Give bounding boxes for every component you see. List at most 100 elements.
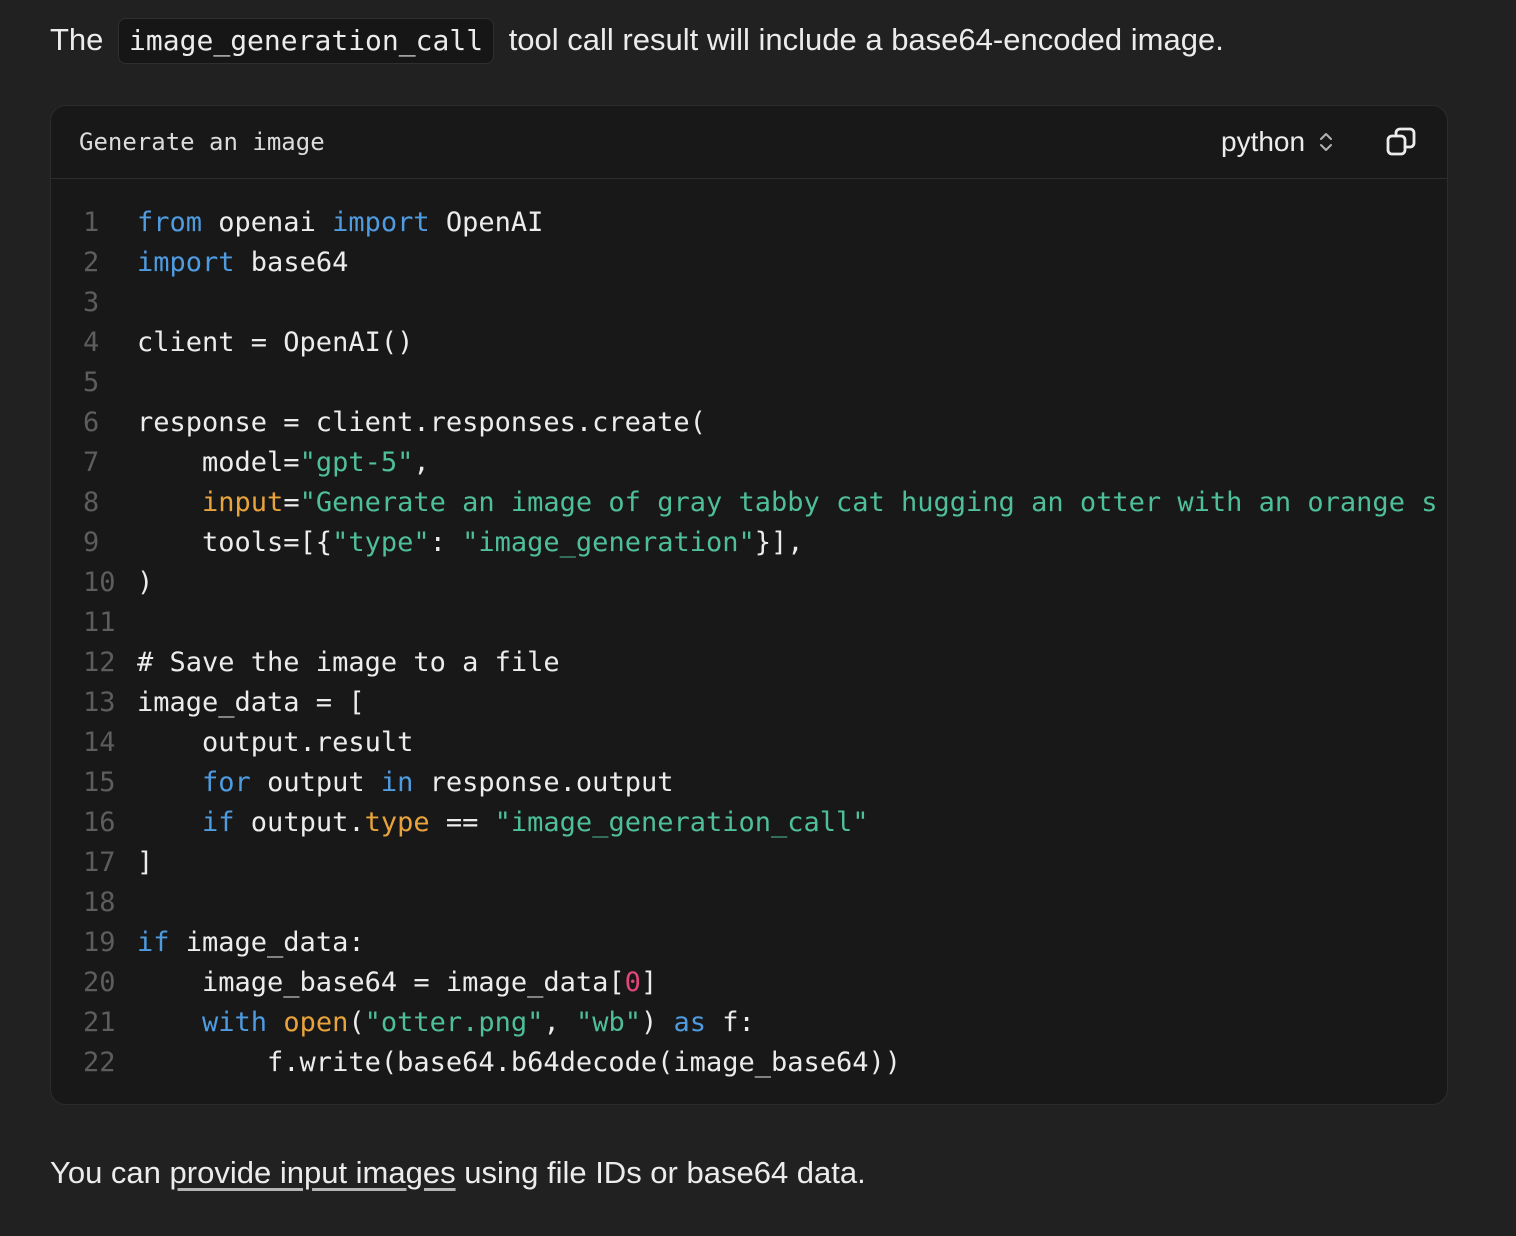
code-token: "otter.png" (364, 1007, 544, 1038)
intro-paragraph: The image_generation_call tool call resu… (50, 16, 1224, 64)
line-number: 8 (83, 487, 100, 518)
code-token: ) (640, 1007, 674, 1038)
line-number: 20 (83, 967, 116, 998)
code-token: as (673, 1007, 707, 1038)
line-content: input="Generate an image of gray tabby c… (137, 483, 1437, 523)
code-token: "gpt-5" (299, 447, 414, 478)
code-token: tools=[{ (137, 527, 333, 558)
chevron-up-down-icon (1320, 133, 1333, 151)
code-line: 13 image_data = [ (51, 683, 1447, 723)
code-token: "image_generation" (462, 527, 755, 558)
line-number: 10 (83, 567, 116, 598)
code-token: OpenAI (429, 207, 544, 238)
code-line: 6 response = client.responses.create( (51, 403, 1447, 443)
line-content: # Save the image to a file (137, 643, 560, 683)
code-token: import (332, 207, 430, 238)
outro-paragraph: You can provide input images using file … (50, 1150, 866, 1196)
line-number: 3 (83, 287, 100, 318)
language-label: python (1221, 126, 1306, 157)
code-line: 1 from openai import OpenAI (51, 203, 1447, 243)
code-line: 9 tools=[{"type": "image_generation"}], (51, 523, 1447, 563)
line-number: 19 (83, 927, 116, 958)
line-number: 5 (83, 367, 100, 398)
code-token: if (137, 927, 170, 958)
code-token: from (137, 207, 203, 238)
code-token: # Save the image to a file (137, 647, 560, 678)
code-token: image_data = [ (137, 687, 365, 718)
line-number: 12 (83, 647, 116, 678)
line-content: image_data = [ (137, 683, 365, 723)
line-content: ] (137, 843, 153, 883)
code-token: import (137, 247, 235, 278)
provide-input-images-link[interactable]: provide input images (170, 1155, 456, 1190)
code-token: with (202, 1007, 268, 1038)
line-number: 21 (83, 1007, 116, 1038)
line-content: with open("otter.png", "wb") as f: (137, 1003, 755, 1043)
code-token: for (202, 767, 251, 798)
code-token: "Generate an image of gray tabby cat hug… (299, 487, 1438, 518)
line-number: 11 (83, 607, 116, 638)
code-token: }], (754, 527, 804, 558)
line-number: 13 (83, 687, 116, 718)
line-content: tools=[{"type": "image_generation"}], (137, 523, 804, 563)
code-token: f.write(base64.b64decode(image_base64)) (137, 1047, 902, 1078)
code-token: "type" (332, 527, 430, 558)
code-token: ] (137, 847, 154, 878)
code-token: "wb" (575, 1007, 641, 1038)
line-number: 16 (83, 807, 116, 838)
code-token: response.output (413, 767, 674, 798)
code-token: output (250, 767, 381, 798)
code-token: if (202, 807, 235, 838)
line-number: 15 (83, 767, 116, 798)
line-content: ) (137, 563, 153, 603)
code-token: ( (348, 1007, 365, 1038)
code-token: open (283, 1007, 349, 1038)
code-token: model= (137, 447, 300, 478)
intro-text-before: The (50, 22, 104, 57)
code-block: Generate an image python 1 from openai im… (50, 105, 1448, 1105)
intro-text-after: tool call result will include a base64-e… (508, 22, 1224, 57)
outro-text-after: using file IDs or base64 data. (464, 1155, 866, 1190)
copy-icon (1386, 127, 1416, 156)
line-number: 7 (83, 447, 100, 478)
line-content: if output.type == "image_generation_call… (137, 803, 869, 843)
code-token: openai (202, 207, 333, 238)
code-line: 11 (51, 603, 1447, 643)
code-token: = (283, 487, 300, 518)
line-number: 22 (83, 1047, 116, 1078)
line-number: 9 (83, 527, 100, 558)
code-token: base64 (234, 247, 349, 278)
code-line: 21 with open("otter.png", "wb") as f: (51, 1003, 1447, 1043)
copy-button[interactable] (1385, 126, 1417, 158)
code-token: , (413, 447, 430, 478)
line-number: 1 (83, 207, 100, 238)
line-number: 17 (83, 847, 116, 878)
line-content: model="gpt-5", (137, 443, 430, 483)
code-line: 19 if image_data: (51, 923, 1447, 963)
code-line: 10) (51, 563, 1447, 603)
code-block-title: Generate an image (79, 128, 325, 156)
code-token: 0 (624, 967, 641, 998)
code-token: "image_generation_call" (494, 807, 869, 838)
line-number: 4 (83, 327, 100, 358)
line-content: response = client.responses.create( (137, 403, 706, 443)
code-token: : (429, 527, 463, 558)
code-lines: 1 from openai import OpenAI 2 import base64… (51, 203, 1447, 1083)
line-content: for output in response.output (137, 763, 673, 803)
line-content: import base64 (137, 243, 348, 283)
inline-code: image_generation_call (118, 18, 495, 64)
language-selector[interactable]: python (1221, 124, 1335, 160)
line-content: if image_data: (137, 923, 365, 963)
code-line: 2 import base64 (51, 243, 1447, 283)
code-line: 8 input="Generate an image of gray tabby… (51, 483, 1447, 523)
code-line: 22 f.write(base64.b64decode(image_base64… (51, 1043, 1447, 1083)
line-number: 18 (83, 887, 116, 918)
code-line: 3 (51, 283, 1447, 323)
code-token: == (429, 807, 495, 838)
code-token: , (543, 1007, 576, 1038)
code-line: 16 if output.type == "image_generation_c… (51, 803, 1447, 843)
code-line: 12 # Save the image to a file (51, 643, 1447, 683)
code-token: type (364, 807, 430, 838)
